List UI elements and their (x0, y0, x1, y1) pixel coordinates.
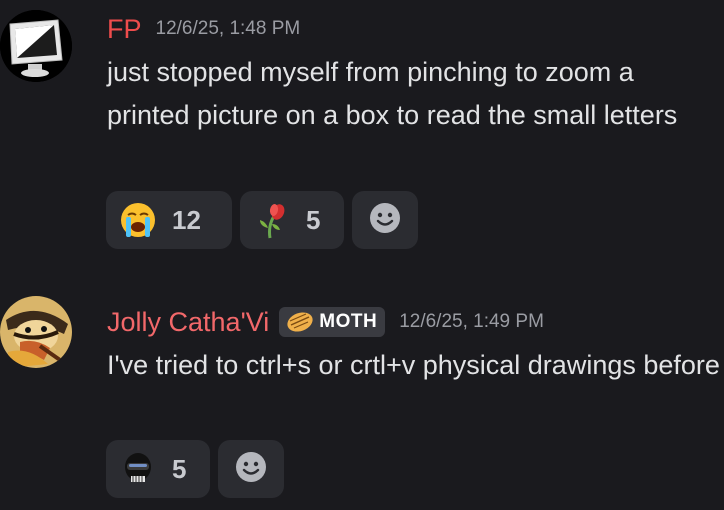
reactions-bar: 5 (106, 440, 284, 498)
computer-monitor-icon (0, 10, 72, 82)
guild-tag-badge[interactable]: MOTH (279, 307, 386, 337)
message-text: I've tried to ctrl+s or crtl+v physical … (107, 350, 720, 380)
reaction-crying-face[interactable]: 12 (106, 191, 232, 249)
username[interactable]: Jolly Catha'Vi (107, 307, 269, 338)
timestamp[interactable]: 12/6/25, 1:48 PM (156, 18, 301, 40)
timestamp[interactable]: 12/6/25, 1:49 PM (399, 311, 544, 333)
guild-tag-label: MOTH (319, 311, 378, 332)
username[interactable]: FP (107, 14, 142, 45)
moth-badge-icon (285, 311, 315, 333)
reaction-count: 5 (172, 453, 187, 484)
add-reaction-button[interactable] (218, 440, 284, 498)
wilted-flower-icon (252, 200, 292, 240)
reaction-count: 12 (172, 204, 201, 235)
smiley-add-reaction-icon (233, 449, 269, 490)
avatar[interactable] (0, 10, 72, 82)
message-text: just stopped myself from pinching to zoo… (107, 57, 678, 130)
avatar[interactable] (0, 296, 72, 368)
smiley-add-reaction-icon (367, 200, 403, 241)
add-reaction-button[interactable] (352, 191, 418, 249)
loudly-crying-face-icon (118, 200, 158, 240)
reactions-bar: 12 5 (106, 191, 418, 249)
reaction-count: 5 (306, 204, 321, 235)
reaction-helmet[interactable]: 5 (106, 440, 210, 498)
black-helmet-skull-icon (118, 449, 158, 489)
cartoon-character-avatar (0, 296, 72, 368)
reaction-wilted-flower[interactable]: 5 (240, 191, 344, 249)
